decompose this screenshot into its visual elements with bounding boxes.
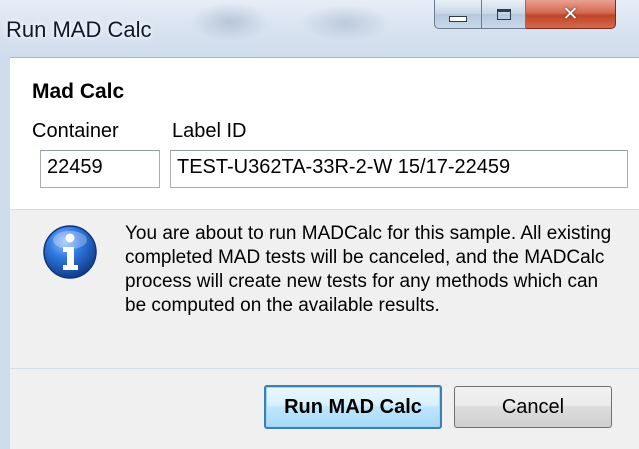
caption-buttons: ✕ (434, 0, 616, 30)
window-frame-edge (0, 57, 10, 449)
window-title: Run MAD Calc (6, 17, 152, 42)
container-field[interactable]: 22459 (40, 150, 160, 188)
cancel-button[interactable]: Cancel (454, 386, 612, 428)
message-text: You are about to run MADCalc for this sa… (125, 223, 612, 316)
label-id-field[interactable]: TEST-U362TA-33R-2-W 15/17-22459 (170, 150, 628, 188)
maximize-icon (496, 8, 511, 20)
minimize-icon (449, 15, 467, 22)
info-icon (43, 225, 97, 279)
close-icon: ✕ (562, 2, 579, 25)
container-label: Container (32, 120, 119, 142)
minimize-button[interactable] (434, 0, 482, 29)
titlebar-glass-blur (300, 4, 390, 42)
close-button[interactable]: ✕ (526, 0, 616, 29)
title-bar[interactable]: Run MAD Calc ✕ (0, 0, 639, 57)
section-title: Mad Calc (32, 80, 125, 103)
titlebar-glass-blur (190, 2, 270, 42)
label-id-label: Label ID (172, 120, 247, 142)
maximize-button[interactable] (482, 0, 526, 29)
run-mad-calc-button[interactable]: Run MAD Calc (264, 385, 442, 429)
